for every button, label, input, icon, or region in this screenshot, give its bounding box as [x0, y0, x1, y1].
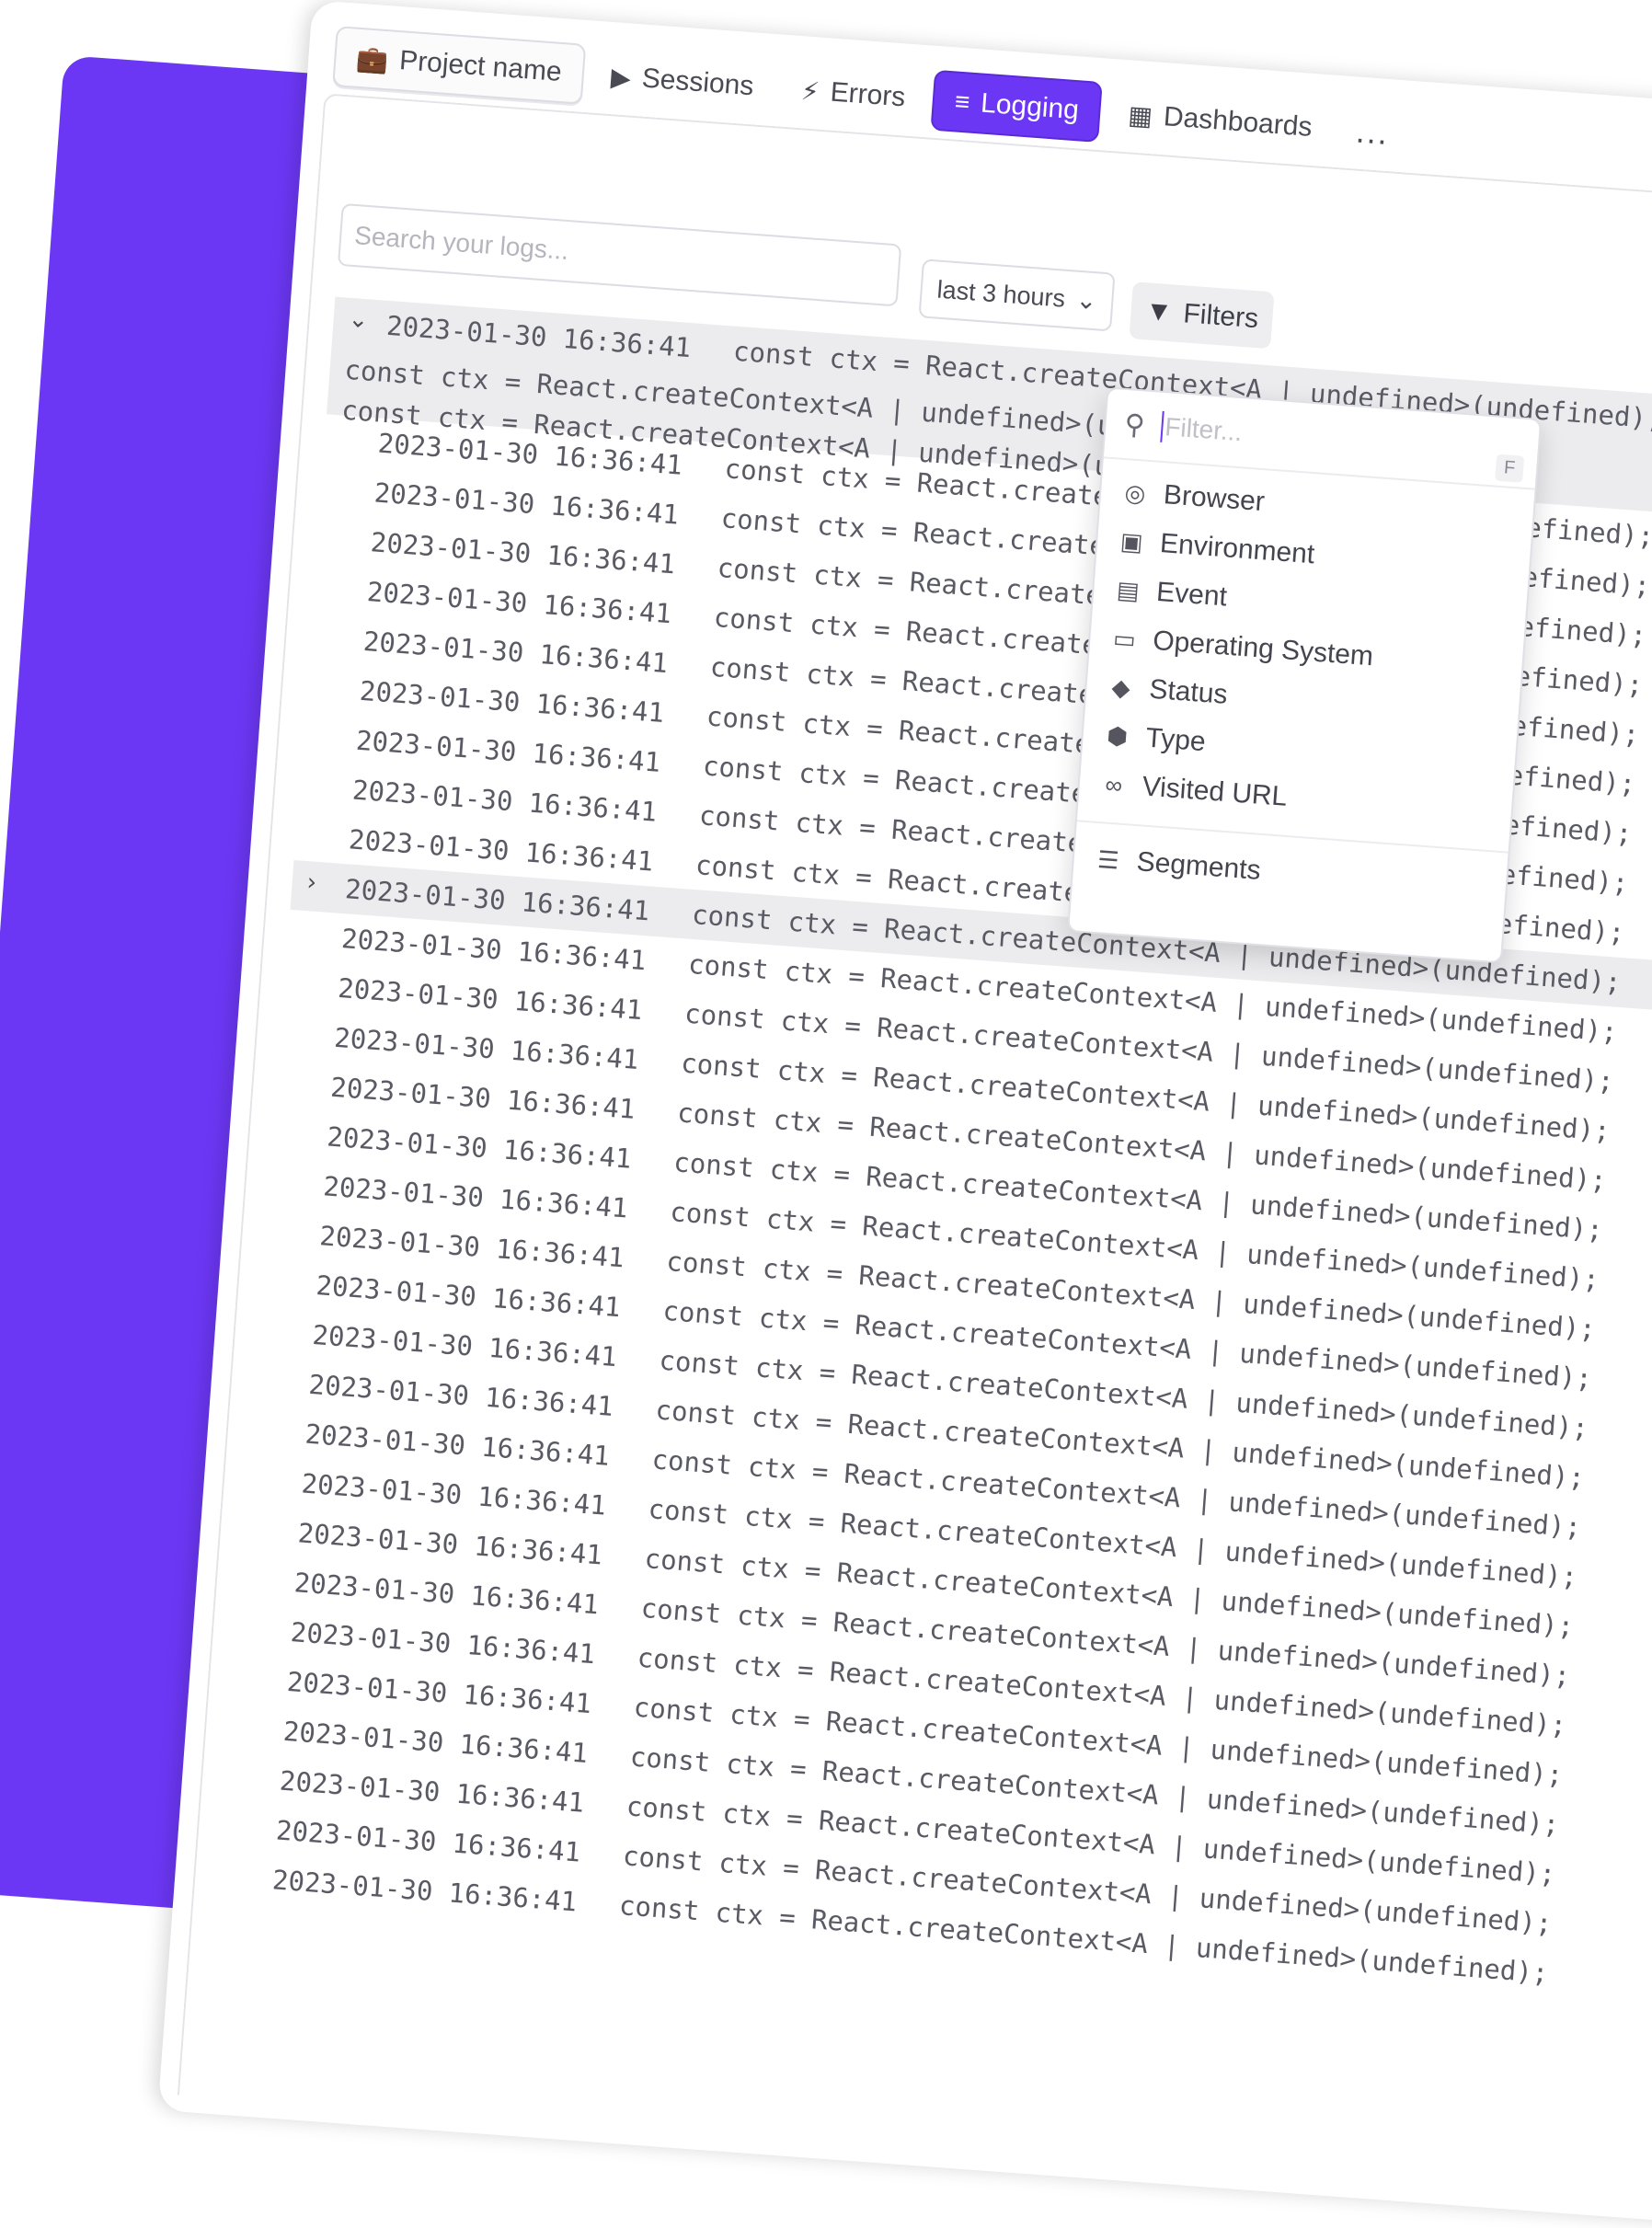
nav-tab-errors[interactable]: ⚡ Errors	[779, 61, 927, 128]
filter-option-label: Type	[1144, 722, 1207, 758]
monitor-icon: ▭	[1112, 624, 1137, 653]
filter-option-event[interactable]: ▤ Event	[1113, 574, 1228, 614]
search-icon: ⚲	[1123, 408, 1146, 441]
app-window: 💼 Project name ▶ Sessions ⚡ Errors ≡ Log…	[157, 0, 1652, 2225]
filters-button-label: Filters	[1182, 298, 1260, 335]
terminal-icon: ▣	[1119, 526, 1144, 557]
chevron-down-icon: ⌄	[1074, 285, 1098, 315]
filter-option-label: Visited URL	[1141, 771, 1289, 812]
layers-icon: ☰	[1096, 844, 1120, 875]
briefcase-icon: 💼	[355, 43, 390, 75]
link-icon: ∞	[1104, 769, 1124, 799]
project-name-label: Project name	[398, 45, 563, 87]
cube-icon: ⬢	[1106, 720, 1130, 751]
nav-tab-label: Logging	[980, 87, 1081, 126]
time-range-value: last 3 hours	[935, 275, 1067, 313]
nav-tab-label: Errors	[829, 76, 907, 113]
tag-icon: ◆	[1110, 672, 1131, 702]
filter-option-label: Operating System	[1152, 625, 1375, 672]
play-circle-icon: ▶	[610, 62, 633, 93]
filter-option-type[interactable]: ⬢ Type	[1103, 719, 1207, 758]
logs-panel: Search your logs... last 3 hours ⌄ ▼ Fil…	[177, 93, 1652, 2209]
filter-option-browser[interactable]: ◎ Browser	[1120, 477, 1266, 518]
log-search-input[interactable]: Search your logs...	[337, 202, 902, 307]
filter-option-operating-system[interactable]: ▭ Operating System	[1109, 622, 1374, 672]
filter-option-visited-url[interactable]: ∞ Visited URL	[1099, 768, 1289, 813]
nav-tab-label: Dashboards	[1162, 101, 1314, 143]
funnel-icon: ▼	[1143, 295, 1174, 328]
filters-button[interactable]: ▼ Filters	[1129, 281, 1275, 350]
globe-icon: ◎	[1123, 477, 1147, 508]
filter-option-label: Status	[1148, 673, 1229, 710]
chevron-right-icon[interactable]: ›	[306, 868, 318, 897]
time-range-select[interactable]: last 3 hours ⌄	[918, 258, 1116, 332]
shortcut-badge: F	[1494, 454, 1525, 483]
nav-tab-sessions[interactable]: ▶ Sessions	[589, 46, 775, 116]
filter-option-status[interactable]: ◆ Status	[1106, 671, 1229, 711]
list-icon: ≡	[953, 86, 971, 117]
chevron-down-icon[interactable]: ⌄	[348, 305, 370, 335]
filter-option-segments[interactable]: ☰ Segments	[1094, 844, 1262, 887]
filter-option-environment[interactable]: ▣ Environment	[1117, 525, 1315, 571]
grid-icon: ▦	[1127, 99, 1154, 131]
filter-dropdown: ⚲ Filter... F ◎ Browser ▣ Environment ▤ Event…	[1067, 386, 1543, 964]
filter-search-placeholder: Filter...	[1164, 412, 1244, 447]
calendar-icon: ▤	[1116, 575, 1141, 605]
lightning-icon: ⚡	[800, 75, 820, 107]
more-menu-button[interactable]: ...	[1338, 110, 1407, 154]
nav-tab-dashboards[interactable]: ▦ Dashboards	[1106, 85, 1334, 158]
nav-tab-logging[interactable]: ≡ Logging	[930, 69, 1104, 143]
filter-option-label: Environment	[1159, 528, 1316, 570]
filter-option-label: Browser	[1162, 479, 1267, 518]
filter-option-label: Event	[1155, 576, 1229, 613]
filter-option-label: Segments	[1135, 846, 1262, 886]
nav-tab-label: Sessions	[640, 63, 755, 102]
